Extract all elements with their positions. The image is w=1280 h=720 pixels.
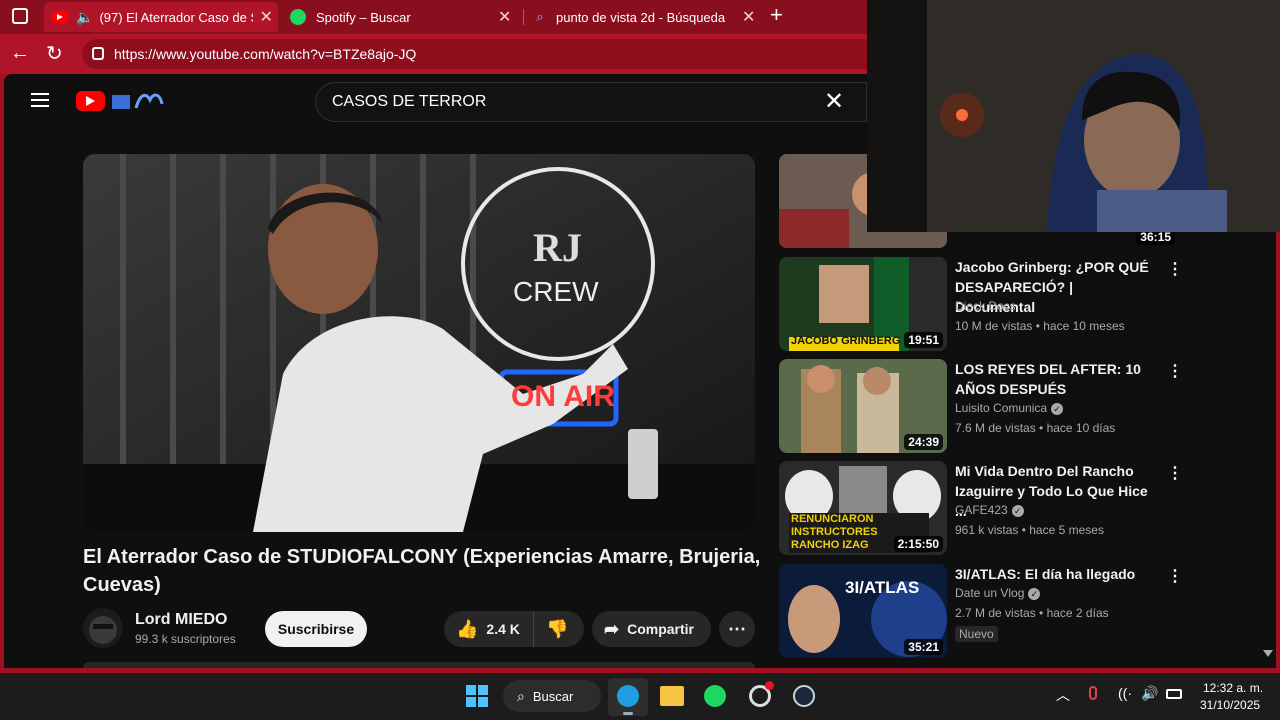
recommendation-meta: 10 M de vistas • hace 10 meses: [955, 319, 1125, 333]
thumbnail-text: JACOBO GRINBERG: [791, 335, 901, 347]
thumbs-down-icon: 👎: [546, 618, 569, 639]
search-input[interactable]: CASOS DE TERROR ✕: [315, 82, 867, 122]
duration-badge: 19:51: [904, 332, 943, 348]
video-player[interactable]: RJ CREW ON AIR: [83, 154, 755, 532]
refresh-icon[interactable]: ↻: [46, 41, 63, 66]
duration-badge: 24:39: [904, 434, 943, 450]
recommendation-title: LOS REYES DEL AFTER: 10 AÑOS DESPUÉS: [955, 361, 1141, 397]
windows-taskbar: ⌕ Buscar ︿ ((· 🔊 12:32 a. m. 31/10/2025: [0, 673, 1280, 720]
kebab-menu-icon[interactable]: ⋮: [1167, 361, 1183, 381]
taskbar-search[interactable]: ⌕ Buscar: [503, 680, 601, 712]
tab-spotify[interactable]: Spotify – Buscar ✕: [286, 4, 518, 30]
verified-icon: ✓: [1051, 402, 1064, 415]
more-actions-button[interactable]: ⋯: [719, 611, 755, 647]
tab-label: Spotify – Buscar: [316, 9, 411, 25]
recommendation-meta: 961 k vistas • hace 5 meses: [955, 523, 1104, 537]
youtube-logo[interactable]: [76, 91, 105, 111]
steam-icon[interactable]: [793, 685, 815, 707]
wifi-icon[interactable]: ((·: [1118, 685, 1132, 701]
doodle-logo[interactable]: [110, 90, 164, 110]
search-icon: ⌕: [517, 687, 525, 704]
recommendation-meta: 2.7 M de vistas • hace 2 días: [955, 606, 1109, 620]
recommendation-channel[interactable]: Date un Vlog ✓: [955, 586, 1041, 600]
tab-divider: [523, 9, 524, 25]
kebab-menu-icon[interactable]: ⋮: [1167, 259, 1183, 279]
player-crew-text: CREW: [513, 276, 599, 307]
recommendation-channel[interactable]: Dieck Docs: [955, 299, 1016, 313]
kebab-menu-icon[interactable]: ⋮: [1167, 566, 1183, 586]
search-label: Buscar: [532, 688, 574, 704]
back-icon[interactable]: ←: [10, 42, 30, 65]
speaker-icon[interactable]: 🔈: [76, 9, 93, 26]
recommendation-item[interactable]: 24:39 LOS REYES DEL AFTER: 10 AÑOS DESPU…: [779, 359, 1183, 454]
share-label: Compartir: [627, 621, 694, 637]
subscribe-label: Suscribirse: [277, 621, 355, 637]
kebab-menu-icon[interactable]: ⋮: [1167, 463, 1183, 483]
channel-avatar[interactable]: [83, 608, 123, 648]
thumbnail-text: 3I/ATLAS: [845, 578, 920, 597]
spotify-icon: [290, 9, 306, 25]
edge-icon[interactable]: [608, 678, 648, 716]
lock-icon[interactable]: [92, 47, 104, 60]
close-icon[interactable]: ✕: [498, 7, 511, 27]
file-explorer-icon[interactable]: [660, 686, 684, 706]
chevron-up-icon[interactable]: ︿: [1056, 685, 1070, 705]
microphone-icon[interactable]: [1089, 686, 1097, 700]
recommendation-item[interactable]: RENUNCIARON INSTRUCTORES RANCHO IZAG 2:1…: [779, 461, 1183, 556]
clock-date[interactable]: 31/10/2025: [1200, 698, 1260, 712]
share-icon: ➦: [604, 618, 620, 639]
url-text: https://www.youtube.com/watch?v=BTZe8ajo…: [114, 46, 417, 62]
recommendation-item[interactable]: 3I/ATLAS 35:21 3I/ATLAS: El día ha llega…: [779, 564, 1183, 659]
menu-icon[interactable]: [31, 93, 49, 107]
search-icon: ⌕: [536, 9, 544, 24]
spotify-taskbar-icon[interactable]: [704, 685, 726, 707]
tab-actions-icon[interactable]: [12, 8, 28, 24]
like-dislike-group: 👍 2.4 K 👎: [444, 611, 584, 647]
recommendation-title: 3I/ATLAS: El día ha llegado: [955, 566, 1136, 582]
subscriber-count: 99.3 k suscriptores: [135, 632, 236, 646]
dislike-button[interactable]: 👎: [534, 619, 568, 640]
description-box-edge: [83, 662, 755, 668]
tab-youtube[interactable]: 🔈 (97) El Aterrador Caso de STUDIOFALCON…: [44, 2, 278, 32]
close-icon[interactable]: ✕: [742, 7, 755, 27]
scroll-down-icon[interactable]: [1263, 650, 1273, 657]
tab-busqueda[interactable]: ⌕ punto de vista 2d - Búsqueda ✕: [530, 4, 760, 30]
address-bar[interactable]: https://www.youtube.com/watch?v=BTZe8ajo…: [82, 39, 882, 69]
thumbs-up-icon: 👍: [456, 618, 479, 639]
tab-label: (97) El Aterrador Caso de STUDIOFALCONY: [99, 9, 253, 25]
volume-icon[interactable]: 🔊: [1141, 685, 1158, 702]
youtube-icon: [52, 11, 68, 23]
channel-name[interactable]: Lord MIEDO: [135, 611, 227, 629]
subscribe-button[interactable]: Suscribirse: [265, 611, 367, 647]
tab-label: punto de vista 2d - Búsqueda: [556, 9, 726, 25]
player-rj-text: RJ: [533, 225, 582, 270]
player-onair-text: ON AIR: [511, 380, 615, 413]
clock-time[interactable]: 12:32 a. m.: [1203, 681, 1263, 695]
recommendation-meta: 7.6 M de vistas • hace 10 días: [955, 421, 1116, 435]
clear-search-icon[interactable]: ✕: [824, 87, 844, 116]
recommendation-item[interactable]: JACOBO GRINBERG 19:51 Jacobo Grinberg: ¿…: [779, 257, 1183, 352]
close-icon[interactable]: ✕: [259, 7, 272, 27]
duration-badge: 35:21: [904, 639, 943, 655]
new-tab-button[interactable]: +: [770, 2, 783, 28]
video-frame: [83, 154, 755, 532]
video-title: El Aterrador Caso de STUDIOFALCONY (Expe…: [83, 546, 761, 596]
start-icon[interactable]: [466, 685, 488, 707]
like-button[interactable]: 👍 2.4 K: [444, 611, 534, 647]
new-badge: Nuevo: [955, 626, 998, 642]
duration-badge: 2:15:50: [893, 536, 943, 552]
recommendation-channel[interactable]: Luisito Comunica ✓: [955, 401, 1064, 415]
search-value: CASOS DE TERROR: [332, 93, 487, 110]
battery-icon[interactable]: [1166, 689, 1182, 699]
more-icon: ⋯: [728, 618, 746, 639]
verified-icon: ✓: [1028, 587, 1041, 600]
share-button[interactable]: ➦ Compartir: [592, 611, 711, 647]
verified-icon: ✓: [1011, 504, 1024, 517]
recommendation-channel[interactable]: GAFE423 ✓: [955, 503, 1024, 517]
notification-dot-icon: [765, 681, 774, 690]
webcam-overlay: [867, 0, 1280, 232]
like-count: 2.4 K: [486, 621, 520, 637]
